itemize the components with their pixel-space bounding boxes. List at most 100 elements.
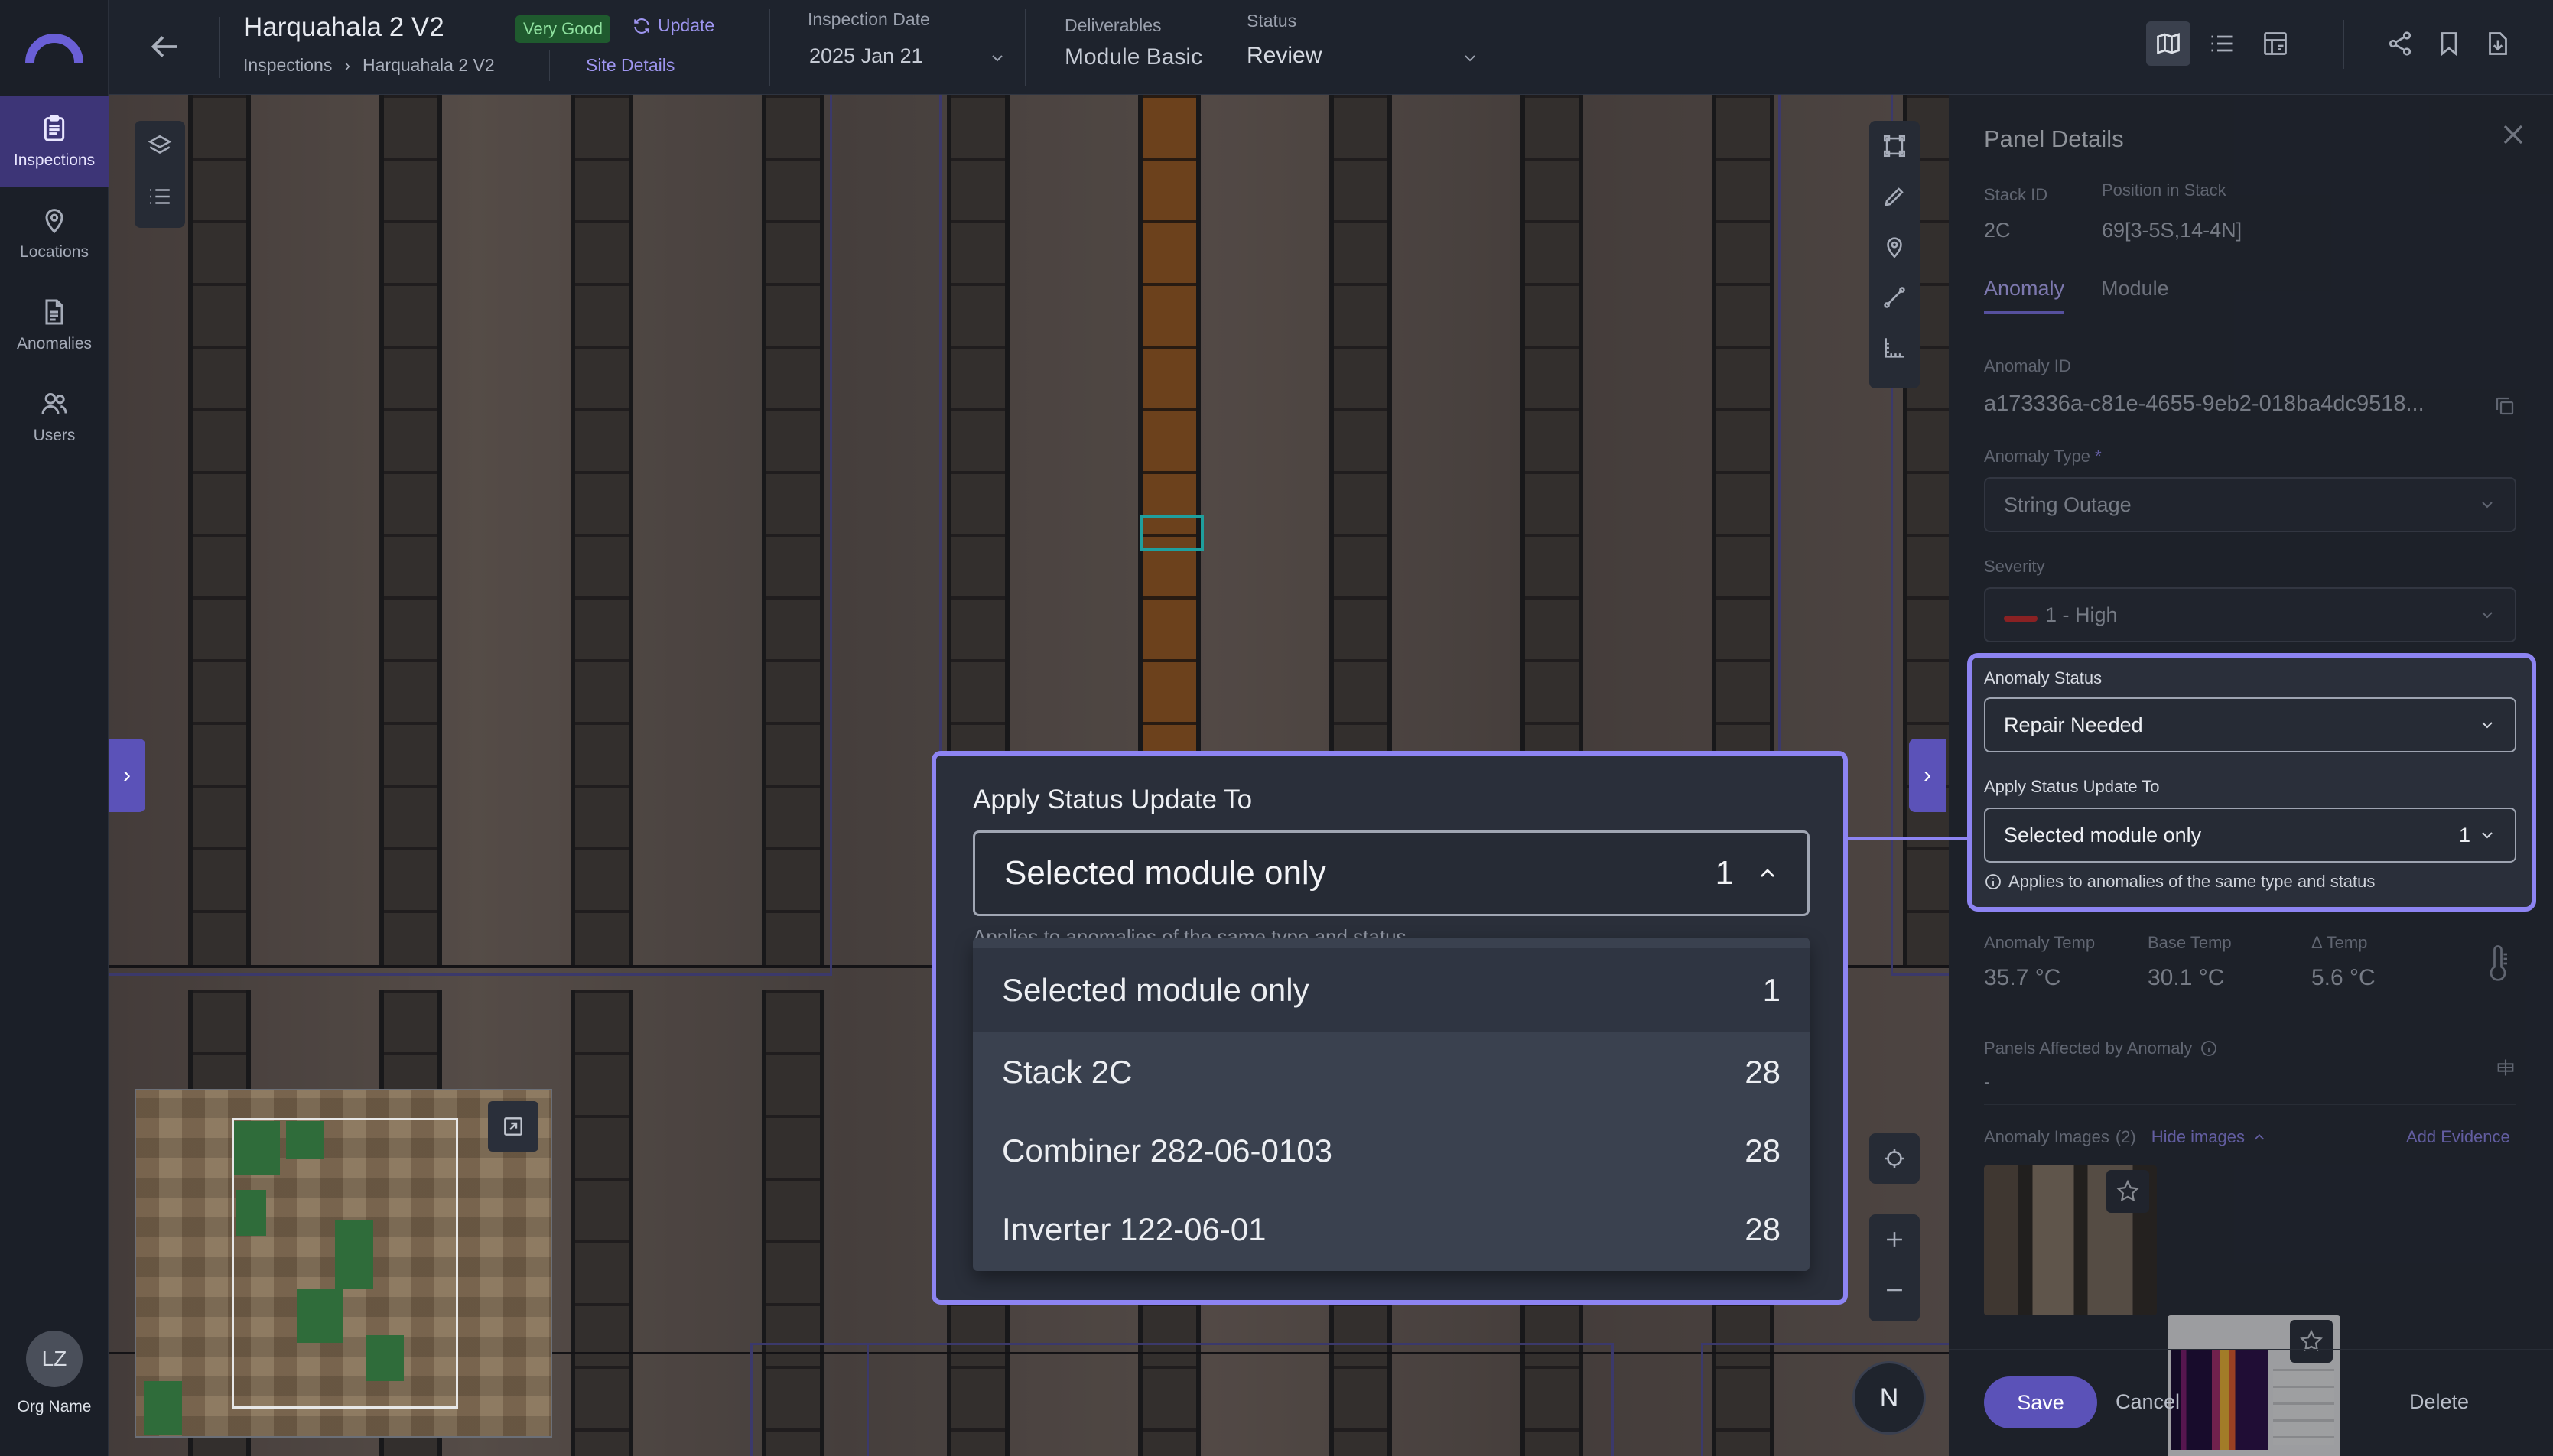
nav-label: Locations	[20, 243, 89, 261]
site-details-link[interactable]: Site Details	[586, 55, 675, 76]
apply-status-label: Apply Status Update To	[1984, 777, 2160, 796]
chevron-right-icon: ›	[1924, 762, 1931, 788]
compass-label: N	[1879, 1383, 1899, 1412]
condition-badge: Very Good	[515, 15, 610, 43]
legend-button[interactable]	[135, 171, 185, 222]
bookmark-button[interactable]	[2429, 21, 2469, 66]
chevron-down-icon	[2482, 722, 2493, 729]
nav-inspections[interactable]: Inspections	[0, 96, 109, 187]
dashboard-view-button[interactable]	[2253, 21, 2298, 66]
header-actions	[2380, 21, 2518, 66]
divider	[549, 50, 550, 81]
recenter-button[interactable]	[1869, 1133, 1920, 1184]
apply-status-value: Selected module only	[2004, 823, 2202, 847]
breadcrumb: Inspections › Harquahala 2 V2	[243, 55, 495, 76]
nav-anomalies[interactable]: Anomalies	[0, 280, 109, 370]
apply-status-zoom-callout: Apply Status Update To Selected module o…	[932, 751, 1848, 1305]
bookmark-icon	[2441, 32, 2457, 57]
draw-button[interactable]	[1869, 171, 1920, 222]
select-area-button[interactable]	[1869, 121, 1920, 171]
layer-tools	[135, 121, 185, 228]
view-switcher	[2146, 21, 2298, 66]
anomaly-status-select[interactable]: Repair Needed	[1984, 697, 2516, 752]
chevron-down-icon	[2482, 832, 2493, 839]
list-view-button[interactable]	[2200, 21, 2244, 66]
nav-users[interactable]: Users	[0, 372, 109, 462]
popup-count-wrap: 1	[1716, 854, 1780, 892]
avatar[interactable]: LZ	[26, 1331, 83, 1387]
minimap-viewport[interactable]	[232, 1118, 458, 1409]
layers-button[interactable]	[135, 121, 185, 171]
expand-right-panel-button[interactable]: ›	[1909, 739, 1946, 812]
deliverables-value: Module Basic	[1065, 44, 1203, 70]
minimap-field	[144, 1381, 182, 1435]
popup-selected-count: 1	[1715, 854, 1734, 892]
status-select[interactable]: Review	[1247, 43, 1322, 69]
option-count: 28	[1745, 1053, 1781, 1090]
delete-button[interactable]: Delete	[2409, 1390, 2469, 1414]
option-combiner[interactable]: Combiner 282-06-0103 28	[973, 1111, 1810, 1190]
back-arrow-icon[interactable]	[145, 28, 184, 66]
option-count: 28	[1745, 1211, 1781, 1247]
refresh-icon	[634, 18, 649, 34]
option-label: Selected module only	[1002, 972, 1309, 1008]
apply-info-text: Applies to anomalies of the same type an…	[2008, 872, 2376, 891]
anomaly-status-label: Anomaly Status	[1984, 668, 2103, 687]
chevron-down-icon[interactable]	[988, 49, 1007, 67]
option-count: 1	[1762, 972, 1781, 1008]
update-label: Update	[658, 15, 715, 35]
nav-locations[interactable]: Locations	[0, 188, 109, 278]
deliverables-label: Deliverables	[1065, 15, 1162, 35]
option-label: Combiner 282-06-0103	[1002, 1132, 1332, 1168]
nav-label: Inspections	[13, 151, 96, 169]
map-view-button[interactable]	[2146, 21, 2190, 66]
bounding-box-icon	[1883, 135, 1906, 158]
apply-info: Applies to anomalies of the same type an…	[1984, 872, 2375, 892]
map-icon	[2157, 33, 2180, 54]
recenter-tool	[1869, 1133, 1920, 1184]
download-icon	[2489, 32, 2507, 55]
location-pin-icon	[1887, 237, 1902, 258]
pin-button[interactable]	[1869, 222, 1920, 272]
zoom-out-button[interactable]	[1869, 1265, 1920, 1315]
minimap[interactable]	[135, 1089, 552, 1438]
option-stack[interactable]: Stack 2C 28	[973, 1032, 1810, 1111]
minus-icon	[1887, 1289, 1902, 1292]
layout-icon	[2264, 32, 2287, 55]
option-inverter[interactable]: Inverter 122-06-01 28	[973, 1190, 1810, 1269]
share-button[interactable]	[2380, 21, 2420, 66]
option-selected-module[interactable]: Selected module only 1	[973, 948, 1810, 1032]
breadcrumb-inspections[interactable]: Inspections	[243, 55, 332, 76]
inspection-date-select[interactable]: 2025 Jan 21	[809, 44, 923, 68]
popup-label: Apply Status Update To	[973, 785, 1253, 814]
compass[interactable]: N	[1852, 1361, 1926, 1435]
save-button[interactable]: Save	[1984, 1376, 2097, 1428]
cancel-button[interactable]: Cancel	[2116, 1390, 2180, 1414]
zoom-in-button[interactable]	[1869, 1214, 1920, 1265]
measure-angle-button[interactable]	[1869, 323, 1920, 373]
nav-label: Users	[33, 427, 76, 444]
update-button[interactable]: Update	[632, 15, 714, 36]
users-icon	[41, 393, 67, 414]
popup-selected-value: Selected module only	[1004, 854, 1326, 892]
apply-status-count-wrap: 1	[2459, 824, 2496, 847]
measure-line-button[interactable]	[1869, 272, 1920, 323]
ruler-icon	[1885, 338, 1904, 358]
status-label: Status	[1247, 11, 1297, 31]
anomaly-status-highlight: Anomaly Status Repair Needed Apply Statu…	[1967, 653, 2536, 912]
share-icon	[2389, 31, 2412, 56]
app-logo[interactable]	[0, 0, 109, 95]
nav-label: Anomalies	[16, 335, 93, 353]
location-pin-icon	[45, 209, 63, 234]
popup-apply-select[interactable]: Selected module only 1	[973, 830, 1810, 916]
document-icon	[45, 299, 63, 325]
download-button[interactable]	[2478, 21, 2518, 66]
apply-status-select[interactable]: Selected module only 1	[1984, 808, 2516, 863]
chevron-down-icon[interactable]	[1461, 49, 1479, 67]
expand-left-panel-button[interactable]: ›	[109, 739, 145, 812]
plus-icon	[1887, 1232, 1902, 1247]
selected-module-outline[interactable]	[1140, 515, 1204, 551]
minimap-expand-button[interactable]	[488, 1101, 538, 1152]
apply-status-count: 1	[2458, 823, 2470, 847]
crosshair-icon	[1885, 1149, 1904, 1168]
